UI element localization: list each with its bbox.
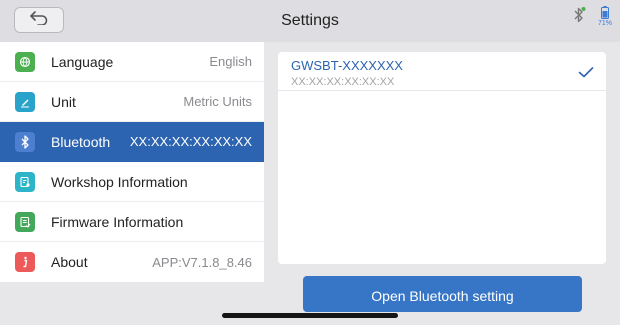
top-bar: Settings 71% [0, 0, 620, 42]
status-area: 71% [572, 6, 612, 29]
page-title: Settings [281, 12, 339, 29]
checkmark-icon [578, 65, 594, 83]
menu-item-value: Metric Units [183, 94, 252, 109]
menu-item-bluetooth[interactable]: Bluetooth XX:XX:XX:XX:XX:XX [0, 122, 264, 162]
menu-item-value: APP:V7.1.8_8.46 [152, 254, 252, 270]
menu-item-label: Bluetooth [51, 133, 111, 150]
menu-item-label: Firmware Information [51, 213, 184, 230]
menu-item-language[interactable]: Language English [0, 42, 264, 82]
menu-item-firmware-information[interactable]: Firmware Information [0, 202, 264, 242]
menu-item-workshop-information[interactable]: Workshop Information [0, 162, 264, 202]
menu-item-about[interactable]: About APP:V7.1.8_8.46 [0, 242, 264, 282]
battery-indicator: 71% [598, 6, 612, 27]
home-indicator[interactable] [222, 313, 398, 318]
menu-item-label: Language [51, 53, 114, 70]
menu-item-unit[interactable]: Unit Metric Units [0, 82, 264, 122]
bluetooth-device-list: GWSBT-XXXXXXX XX:XX:XX:XX:XX:XX [278, 52, 606, 264]
language-globe-icon [15, 51, 35, 72]
firmware-icon [15, 211, 35, 232]
menu-item-label: Unit [51, 93, 76, 110]
settings-menu: Language English Unit Metric Units Bluet… [0, 42, 264, 282]
menu-item-value: English [209, 54, 252, 69]
unit-pencil-icon [15, 91, 35, 112]
settings-screen: Settings 71% Language English Unit Metri… [0, 0, 620, 325]
bluetooth-icon [15, 131, 35, 152]
open-bluetooth-setting-button[interactable]: Open Bluetooth setting [303, 276, 582, 312]
workshop-icon [15, 171, 35, 192]
menu-item-value: XX:XX:XX:XX:XX:XX [129, 134, 252, 149]
menu-item-label: About [51, 254, 88, 270]
device-address: XX:XX:XX:XX:XX:XX [291, 76, 395, 88]
battery-icon [600, 6, 609, 19]
about-info-icon [15, 252, 35, 272]
device-name: GWSBT-XXXXXXX [291, 58, 403, 73]
battery-percent: 71% [597, 20, 612, 27]
bluetooth-status-icon [572, 6, 586, 29]
menu-item-label: Workshop Information [51, 173, 188, 190]
divider [278, 90, 606, 91]
